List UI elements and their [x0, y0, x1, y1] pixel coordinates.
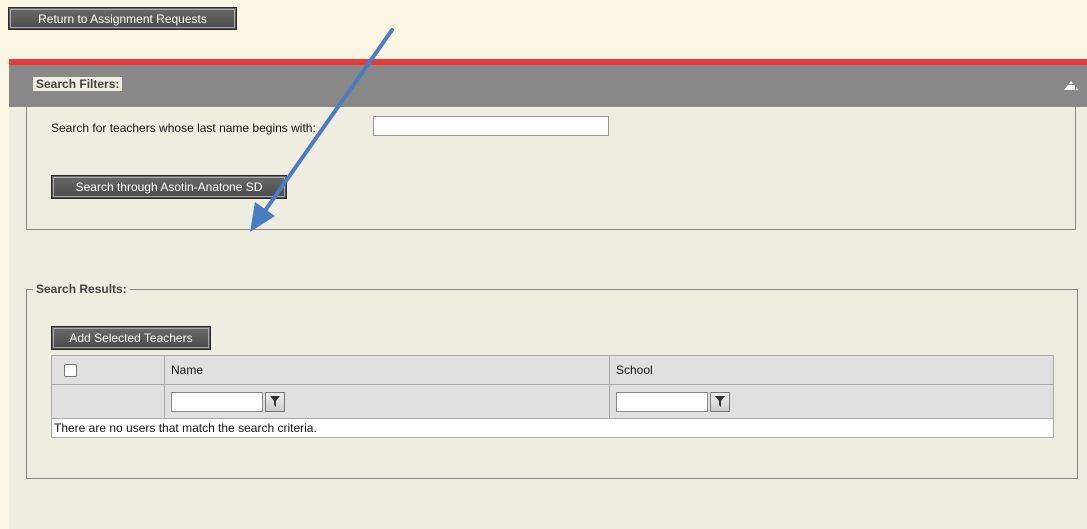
name-filter-button[interactable] — [265, 391, 285, 412]
add-selected-teachers-button[interactable]: Add Selected Teachers — [51, 326, 211, 350]
last-name-label: Search for teachers whose last name begi… — [51, 121, 316, 135]
school-column-header[interactable]: School — [609, 355, 1054, 385]
school-filter-button[interactable] — [710, 391, 730, 412]
table-header-row: Name School — [51, 355, 1054, 385]
results-table: Name School There are no users that matc… — [51, 355, 1054, 438]
search-results-legend: Search Results: — [33, 282, 130, 296]
empty-results-row: There are no users that match the search… — [51, 418, 1054, 438]
search-filters-legend: Search Filters: — [33, 77, 123, 91]
select-all-checkbox[interactable] — [64, 364, 77, 378]
select-all-header — [51, 355, 165, 385]
school-filter-input[interactable] — [616, 391, 708, 412]
funnel-icon — [715, 396, 725, 407]
search-results-fieldset: Search Results: Add Selected Teachers Na… — [26, 282, 1078, 479]
search-filters-fieldset: Search Filters: Search for teachers whos… — [26, 77, 1076, 230]
last-name-input[interactable] — [373, 116, 609, 136]
name-filter-cell — [164, 384, 610, 419]
empty-results-message: There are no users that match the search… — [51, 418, 1054, 438]
search-district-button[interactable]: Search through Asotin-Anatone SD — [51, 175, 287, 199]
name-column-header[interactable]: Name — [164, 355, 610, 385]
column-filter-row — [51, 384, 1054, 419]
funnel-icon — [270, 396, 280, 407]
return-to-assignment-requests-button[interactable]: Return to Assignment Requests — [8, 7, 237, 30]
filter-cell-empty — [51, 384, 165, 419]
school-filter-cell — [609, 384, 1054, 419]
name-filter-input[interactable] — [171, 391, 263, 412]
